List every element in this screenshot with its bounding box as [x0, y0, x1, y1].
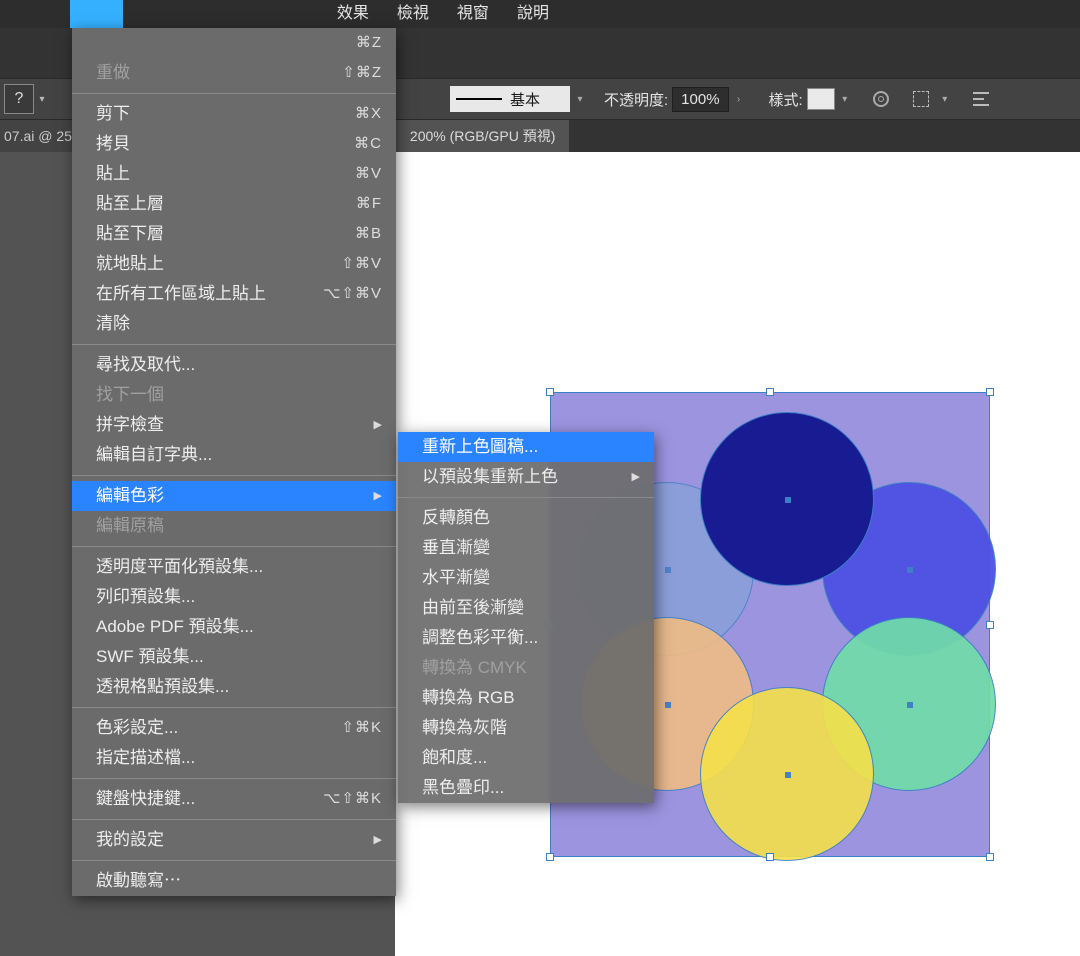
menu-start-dictation[interactable]: 啟動聽寫⋯ [72, 866, 396, 896]
submenu-overprint-black[interactable]: 黑色疊印... [398, 773, 654, 803]
menu-paste-allartboards[interactable]: 在所有工作區域上貼上⌥⇧⌘V [72, 279, 396, 309]
submenu-blend-h[interactable]: 水平漸變 [398, 563, 654, 593]
menu-print-preset[interactable]: 列印預設集... [72, 582, 396, 612]
stroke-profile-select[interactable]: 基本 [450, 86, 570, 112]
submenu-blend-fb[interactable]: 由前至後漸變 [398, 593, 654, 623]
edit-colors-submenu: 重新上色圖稿... 以預設集重新上色▶ 反轉顏色 垂直漸變 水平漸變 由前至後漸… [398, 432, 654, 803]
menu-separator [72, 475, 396, 476]
menu-find-next: 找下一個 [72, 380, 396, 410]
menu-view[interactable]: 檢視 [383, 0, 443, 28]
menu-separator [72, 546, 396, 547]
stroke-label: 基本 [510, 89, 540, 110]
menu-clear[interactable]: 清除 [72, 309, 396, 339]
menu-redo: 重做⇧⌘Z [72, 58, 396, 88]
opacity-value[interactable]: 100% [672, 87, 728, 112]
menu-copy[interactable]: 拷貝⌘C [72, 129, 396, 159]
menu-separator [72, 707, 396, 708]
align-panel-icon[interactable] [967, 85, 995, 113]
submenu-to-cmyk: 轉換為 CMYK [398, 653, 654, 683]
edit-menu-dropdown: ⌘Z 重做⇧⌘Z 剪下⌘X 拷貝⌘C 貼上⌘V 貼至上層⌘F 貼至下層⌘B 就地… [72, 28, 396, 896]
menu-transparency-preset[interactable]: 透明度平面化預設集... [72, 552, 396, 582]
handle-bl[interactable] [546, 853, 554, 861]
menu-undo: ⌘Z [72, 28, 396, 58]
menu-swf-preset[interactable]: SWF 預設集... [72, 642, 396, 672]
handle-br[interactable] [986, 853, 994, 861]
submenu-blend-v[interactable]: 垂直漸變 [398, 533, 654, 563]
menubar: 效果 檢視 視窗 說明 [0, 0, 1080, 28]
opacity-dropdown-icon[interactable]: › [729, 94, 749, 105]
help-dropdown-icon[interactable]: ▾ [34, 94, 50, 105]
circle-darkblue[interactable] [700, 412, 874, 586]
menu-effects[interactable]: 效果 [323, 0, 383, 28]
menu-pdf-preset[interactable]: Adobe PDF 預設集... [72, 612, 396, 642]
style-label: 樣式: [769, 89, 803, 110]
menu-separator [398, 497, 654, 498]
submenu-adjust-balance[interactable]: 調整色彩平衡... [398, 623, 654, 653]
align-grid-dropdown-icon[interactable]: ▾ [935, 94, 955, 105]
menu-paste-inplace[interactable]: 就地貼上⇧⌘V [72, 249, 396, 279]
menu-help[interactable]: 說明 [503, 0, 563, 28]
handle-tl[interactable] [546, 388, 554, 396]
menu-paste-front[interactable]: 貼至上層⌘F [72, 189, 396, 219]
opacity-label: 不透明度: [604, 89, 668, 110]
align-grid-icon[interactable] [907, 85, 935, 113]
submenu-to-rgb[interactable]: 轉換為 RGB [398, 683, 654, 713]
handle-t[interactable] [766, 388, 774, 396]
stroke-line-icon [456, 98, 502, 100]
menu-separator [72, 819, 396, 820]
menu-assign-profile[interactable]: 指定描述檔... [72, 743, 396, 773]
menu-window[interactable]: 視窗 [443, 0, 503, 28]
submenu-saturate[interactable]: 飽和度... [398, 743, 654, 773]
submenu-recolor-preset[interactable]: 以預設集重新上色▶ [398, 462, 654, 492]
doc-tab-left[interactable]: 07.ai @ 25 [0, 120, 76, 152]
handle-r[interactable] [986, 621, 994, 629]
menu-paste[interactable]: 貼上⌘V [72, 159, 396, 189]
menu-color-settings[interactable]: 色彩設定...⇧⌘K [72, 713, 396, 743]
doc-tab-active[interactable]: 200% (RGB/GPU 預視) [396, 120, 569, 152]
menu-my-settings[interactable]: 我的設定▶ [72, 825, 396, 855]
recolor-icon[interactable] [867, 85, 895, 113]
submenu-recolor-artwork[interactable]: 重新上色圖稿... [398, 432, 654, 462]
submenu-invert[interactable]: 反轉顏色 [398, 503, 654, 533]
stroke-dropdown-icon[interactable]: ▾ [570, 94, 590, 105]
menu-edit-original: 編輯原稿 [72, 511, 396, 541]
apple-menu-spot [0, 0, 70, 28]
menu-edit-colors[interactable]: 編輯色彩▶ [72, 481, 396, 511]
style-swatch[interactable] [807, 88, 835, 110]
menu-spellcheck[interactable]: 拼字檢查▶ [72, 410, 396, 440]
menu-perspective-preset[interactable]: 透視格點預設集... [72, 672, 396, 702]
menu-custom-dict[interactable]: 編輯自訂字典... [72, 440, 396, 470]
menu-separator [72, 778, 396, 779]
menu-separator [72, 860, 396, 861]
menu-separator [72, 93, 396, 94]
menu-paste-back[interactable]: 貼至下層⌘B [72, 219, 396, 249]
submenu-to-gray[interactable]: 轉換為灰階 [398, 713, 654, 743]
handle-b[interactable] [766, 853, 774, 861]
edit-menu-title[interactable] [70, 0, 123, 28]
style-dropdown-icon[interactable]: ▾ [835, 94, 855, 105]
circle-yellow[interactable] [700, 687, 874, 861]
help-button[interactable]: ? [4, 84, 34, 114]
menu-keyboard-shortcuts[interactable]: 鍵盤快捷鍵...⌥⇧⌘K [72, 784, 396, 814]
menu-separator [72, 344, 396, 345]
handle-tr[interactable] [986, 388, 994, 396]
menu-find-replace[interactable]: 尋找及取代... [72, 350, 396, 380]
menu-cut[interactable]: 剪下⌘X [72, 99, 396, 129]
